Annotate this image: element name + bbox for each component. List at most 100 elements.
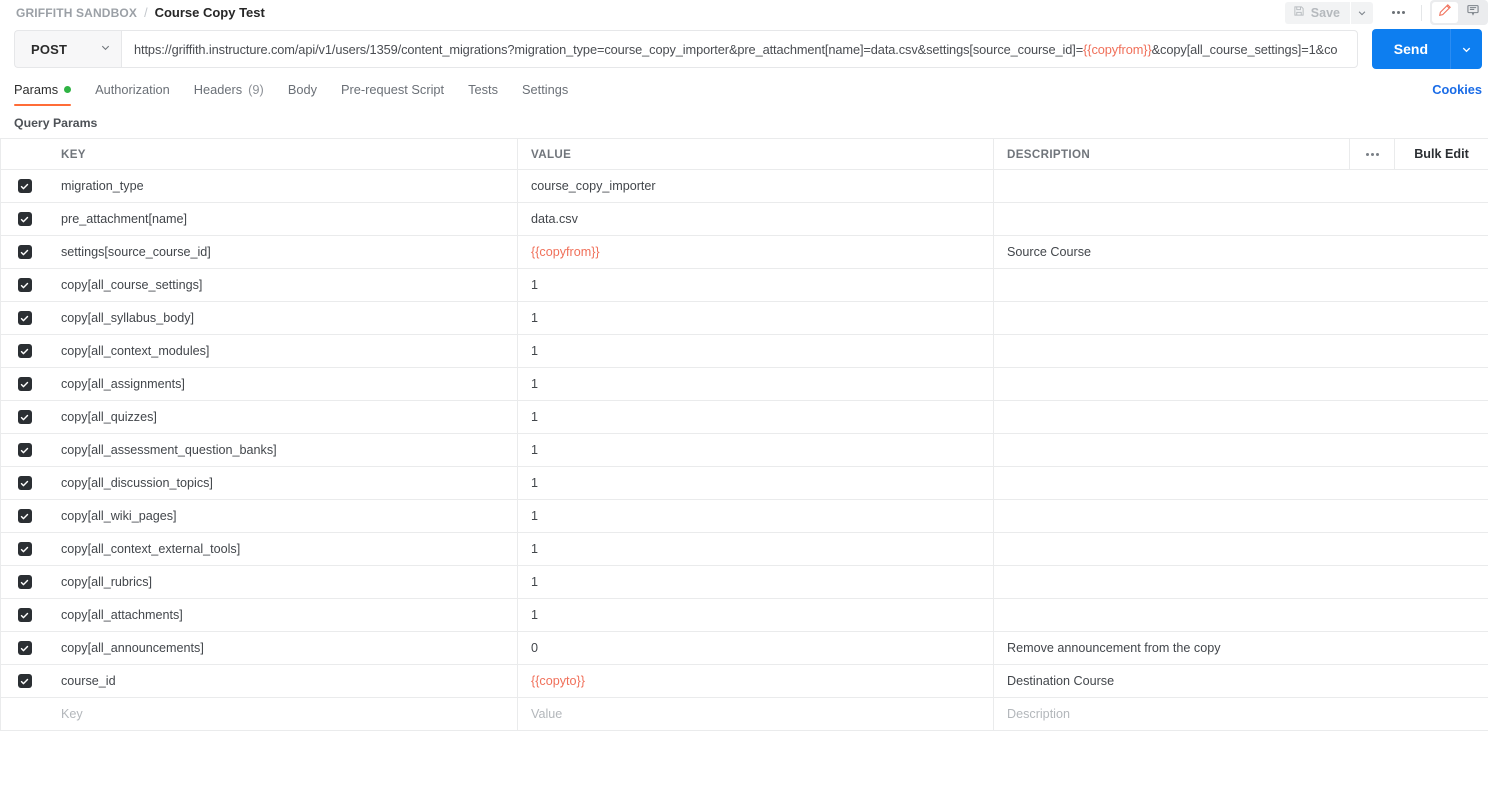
table-row[interactable]: copy[all_attachments]1 [1,599,1488,632]
row-description-input[interactable] [994,335,1488,367]
checkbox-checked-icon[interactable] [18,641,32,655]
request-url-input[interactable]: https://griffith.instructure.com/api/v1/… [121,30,1358,68]
table-row[interactable]: pre_attachment[name]data.csv [1,203,1488,236]
checkbox-checked-icon[interactable] [18,377,32,391]
more-options-button[interactable] [1383,2,1413,24]
tab-authorization[interactable]: Authorization [95,82,170,106]
row-checkbox-cell[interactable] [1,368,48,400]
checkbox-checked-icon[interactable] [18,542,32,556]
save-button[interactable]: Save [1285,2,1350,24]
row-checkbox-cell[interactable] [1,500,48,532]
breadcrumb-request-name[interactable]: Course Copy Test [155,5,265,20]
row-value-input[interactable]: 1 [518,566,994,598]
comment-icon-button[interactable] [1460,2,1486,23]
row-checkbox-cell[interactable] [1,401,48,433]
checkbox-checked-icon[interactable] [18,476,32,490]
row-value-input[interactable]: 1 [518,599,994,631]
checkbox-checked-icon[interactable] [18,410,32,424]
table-row[interactable]: copy[all_rubrics]1 [1,566,1488,599]
row-description-input[interactable] [994,401,1488,433]
row-checkbox-cell-empty[interactable] [1,698,48,730]
row-key-input[interactable]: copy[all_discussion_topics] [48,467,518,499]
checkbox-checked-icon[interactable] [18,179,32,193]
row-checkbox-cell[interactable] [1,467,48,499]
table-options-button[interactable] [1349,139,1395,169]
table-row-empty[interactable]: KeyValueDescription [1,698,1488,731]
checkbox-checked-icon[interactable] [18,674,32,688]
checkbox-checked-icon[interactable] [18,245,32,259]
row-description-input[interactable] [994,302,1488,334]
row-value-input[interactable]: {{copyto}} [518,665,994,697]
row-key-input[interactable]: copy[all_rubrics] [48,566,518,598]
tab-params[interactable]: Params [14,82,71,106]
row-key-input[interactable]: copy[all_assessment_question_banks] [48,434,518,466]
row-checkbox-cell[interactable] [1,302,48,334]
table-row[interactable]: copy[all_context_modules]1 [1,335,1488,368]
table-row[interactable]: settings[source_course_id]{{copyfrom}}So… [1,236,1488,269]
table-row[interactable]: migration_typecourse_copy_importer [1,170,1488,203]
row-key-input[interactable]: copy[all_quizzes] [48,401,518,433]
row-key-input[interactable]: copy[all_course_settings] [48,269,518,301]
checkbox-checked-icon[interactable] [18,608,32,622]
row-value-input[interactable]: 1 [518,302,994,334]
row-value-input[interactable]: 0 [518,632,994,664]
bulk-edit-button[interactable]: Bulk Edit [1395,139,1488,169]
tab-headers[interactable]: Headers (9) [194,82,264,106]
pencil-icon-button[interactable] [1432,2,1458,23]
row-description-input[interactable] [994,533,1488,565]
tab-settings[interactable]: Settings [522,82,568,106]
row-checkbox-cell[interactable] [1,203,48,235]
row-value-input[interactable]: 1 [518,434,994,466]
send-options-caret[interactable] [1450,29,1482,69]
row-value-input[interactable]: 1 [518,533,994,565]
tab-body[interactable]: Body [288,82,317,106]
checkbox-checked-icon[interactable] [18,575,32,589]
row-description-input[interactable]: Destination Course [994,665,1488,697]
breadcrumb-collection[interactable]: GRIFFITH SANDBOX [16,6,137,20]
new-key-input[interactable]: Key [48,698,518,730]
table-row[interactable]: copy[all_wiki_pages]1 [1,500,1488,533]
save-options-caret[interactable] [1351,2,1373,24]
row-value-input[interactable]: 1 [518,368,994,400]
row-checkbox-cell[interactable] [1,599,48,631]
row-key-input[interactable]: settings[source_course_id] [48,236,518,268]
row-key-input[interactable]: copy[all_attachments] [48,599,518,631]
row-value-input[interactable]: 1 [518,269,994,301]
row-key-input[interactable]: course_id [48,665,518,697]
send-button[interactable]: Send [1372,29,1450,69]
row-description-input[interactable] [994,368,1488,400]
table-row[interactable]: copy[all_course_settings]1 [1,269,1488,302]
row-value-input[interactable]: 1 [518,467,994,499]
table-row[interactable]: copy[all_announcements]0Remove announcem… [1,632,1488,665]
row-description-input[interactable] [994,599,1488,631]
row-key-input[interactable]: copy[all_announcements] [48,632,518,664]
cookies-link[interactable]: Cookies [1432,82,1482,106]
row-key-input[interactable]: copy[all_syllabus_body] [48,302,518,334]
row-description-input[interactable] [994,269,1488,301]
table-row[interactable]: copy[all_context_external_tools]1 [1,533,1488,566]
row-key-input[interactable]: copy[all_assignments] [48,368,518,400]
checkbox-checked-icon[interactable] [18,278,32,292]
checkbox-checked-icon[interactable] [18,311,32,325]
new-description-input[interactable]: Description [994,698,1488,730]
row-description-input[interactable] [994,467,1488,499]
tab-tests[interactable]: Tests [468,82,498,106]
row-key-input[interactable]: pre_attachment[name] [48,203,518,235]
table-row[interactable]: copy[all_discussion_topics]1 [1,467,1488,500]
table-row[interactable]: course_id{{copyto}}Destination Course [1,665,1488,698]
row-checkbox-cell[interactable] [1,566,48,598]
tab-pre-request-script[interactable]: Pre-request Script [341,82,444,106]
http-method-select[interactable]: POST [14,30,121,68]
table-row[interactable]: copy[all_assessment_question_banks]1 [1,434,1488,467]
checkbox-checked-icon[interactable] [18,443,32,457]
table-row[interactable]: copy[all_syllabus_body]1 [1,302,1488,335]
row-value-input[interactable]: course_copy_importer [518,170,994,202]
row-key-input[interactable]: copy[all_context_modules] [48,335,518,367]
row-value-input[interactable]: 1 [518,401,994,433]
checkbox-checked-icon[interactable] [18,344,32,358]
checkbox-checked-icon[interactable] [18,509,32,523]
row-value-input[interactable]: 1 [518,335,994,367]
row-key-input[interactable]: copy[all_context_external_tools] [48,533,518,565]
new-value-input[interactable]: Value [518,698,994,730]
row-description-input[interactable] [994,203,1488,235]
